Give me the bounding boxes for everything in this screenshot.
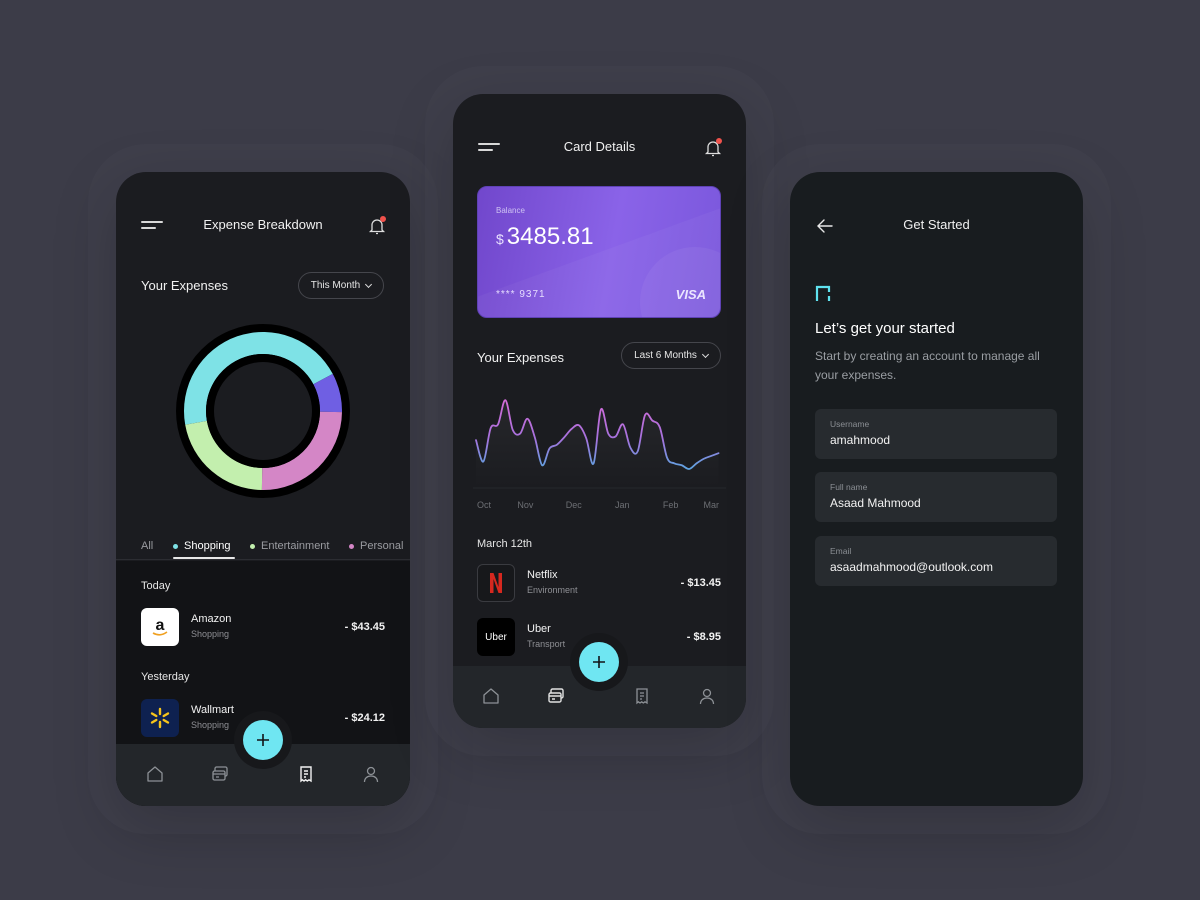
add-button[interactable] [579, 642, 619, 682]
chevron-down-icon [701, 350, 709, 358]
netflix-logo-icon [477, 564, 515, 602]
merchant-name: Netflix [527, 569, 558, 581]
app-logo-icon [815, 285, 831, 301]
field-label: Email [830, 546, 852, 556]
fab-container [570, 633, 628, 691]
plus-icon [593, 656, 605, 668]
category-tabs: All Shopping Entertainment Personal [116, 534, 410, 560]
credit-card[interactable]: Balance $3485.81 **** 9371 VISA [477, 186, 721, 318]
add-button[interactable] [243, 720, 283, 760]
personal-dot [349, 543, 354, 549]
tab-shopping[interactable]: Shopping [173, 534, 231, 558]
balance-label: Balance [496, 206, 525, 215]
merchant-name: Wallmart [191, 704, 234, 716]
transaction-amount: - $24.12 [344, 712, 385, 724]
tab-label: All [141, 540, 154, 552]
section-title: Your Expenses [477, 350, 564, 365]
merchant-category: Environment [527, 585, 578, 595]
expenses-line-chart: Oct Nov Dec Jan Feb Mar [473, 399, 726, 510]
merchant-name: Uber [527, 623, 551, 635]
merchant-name: Amazon [191, 613, 232, 625]
tab-label: Shopping [184, 540, 231, 552]
card-details-screen: Card Details Balance $3485.81 **** 9371 … [453, 94, 746, 728]
expense-donut-chart [176, 324, 350, 498]
transaction-item[interactable]: a Amazon Shopping - $43.45 [141, 608, 385, 646]
home-icon[interactable] [145, 764, 165, 784]
balance-amount: $3485.81 [496, 223, 594, 251]
tab-personal[interactable]: Personal [349, 534, 403, 558]
get-started-screen: Get Started Let’s get your started Start… [790, 172, 1083, 806]
profile-icon[interactable] [697, 686, 717, 706]
receipt-icon[interactable] [632, 686, 652, 706]
merchant-category: Shopping [191, 720, 230, 730]
field-value: amahmood [830, 433, 891, 447]
entertainment-dot [250, 543, 255, 549]
subtitle: Start by creating an account to manage a… [815, 349, 1040, 382]
username-field[interactable]: Username amahmood [815, 409, 1057, 459]
shopping-dot [173, 543, 178, 549]
transaction-amount: - $43.45 [344, 621, 385, 633]
home-icon[interactable] [481, 686, 501, 706]
notification-dot [716, 138, 722, 144]
group-label-yesterday: Yesterday [141, 671, 190, 683]
x-tick-label: Nov [517, 500, 534, 510]
donut-hole [214, 362, 312, 460]
x-tick-label: Dec [566, 500, 583, 510]
uber-wordmark: Uber [485, 631, 507, 643]
section-title: Your Expenses [141, 278, 228, 293]
screen-title: Get Started [903, 217, 970, 232]
tab-all[interactable]: All [141, 534, 153, 558]
card-number: **** 9371 [496, 289, 546, 300]
screen-title: Expense Breakdown [203, 217, 323, 232]
x-tick-label: Oct [477, 500, 492, 510]
balance-value: 3485.81 [506, 223, 594, 250]
tab-entertainment[interactable]: Entertainment [250, 534, 329, 558]
bell-icon[interactable] [704, 138, 722, 158]
tab-label: Personal [360, 540, 404, 552]
amazon-logo-icon: a [141, 608, 179, 646]
headline: Let’s get your started [815, 320, 955, 337]
visa-logo: VISA [675, 287, 706, 302]
x-tick-label: Jan [615, 500, 630, 510]
walmart-logo-icon [141, 699, 179, 737]
currency-symbol: $ [496, 231, 504, 247]
chevron-down-icon [365, 280, 373, 288]
transaction-amount: - $8.95 [686, 631, 721, 643]
x-tick-label: Feb [663, 500, 679, 510]
uber-logo-icon: Uber [477, 618, 515, 656]
fab-container [234, 711, 292, 769]
active-tab-indicator [173, 557, 235, 559]
cards-icon[interactable] [546, 686, 566, 706]
plus-icon [257, 734, 269, 746]
cards-icon[interactable] [210, 764, 230, 784]
full-name-field[interactable]: Full name Asaad Mahmood [815, 472, 1057, 522]
notification-dot [380, 216, 386, 222]
screen-title: Card Details [563, 139, 636, 154]
x-tick-label: Mar [704, 500, 720, 510]
date-label: March 12th [477, 538, 533, 550]
bell-icon[interactable] [368, 216, 386, 236]
field-label: Username [830, 419, 870, 429]
svg-text:a: a [156, 617, 165, 634]
tab-label: Entertainment [261, 540, 330, 552]
period-dropdown[interactable]: This Month [298, 272, 384, 299]
expense-breakdown-screen: Expense Breakdown Your Expenses This Mon… [116, 172, 410, 806]
period-dropdown-value: This Month [310, 280, 361, 291]
period-dropdown-value: Last 6 Months [634, 350, 697, 361]
merchant-category: Shopping [191, 629, 230, 639]
transaction-item[interactable]: Netflix Environment - $13.45 [477, 564, 721, 602]
group-label-today: Today [141, 580, 171, 592]
profile-icon[interactable] [361, 764, 381, 784]
merchant-category: Transport [527, 639, 566, 649]
transaction-amount: - $13.45 [680, 577, 721, 589]
field-label: Full name [830, 482, 868, 492]
period-dropdown[interactable]: Last 6 Months [621, 342, 721, 369]
email-field[interactable]: Email asaadmahmood@outlook.com [815, 536, 1057, 586]
field-value: Asaad Mahmood [830, 496, 921, 510]
field-value: asaadmahmood@outlook.com [830, 560, 993, 574]
receipt-icon[interactable] [296, 764, 316, 784]
